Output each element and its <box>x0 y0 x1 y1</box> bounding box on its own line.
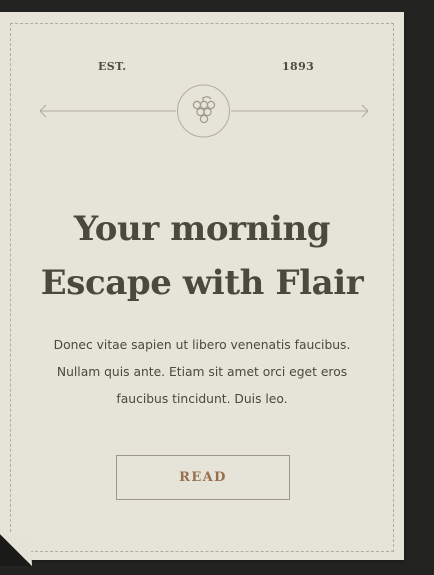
page-title: Your morning Escape with Flair <box>0 202 404 310</box>
promo-card: EST. 1893 Your morning Escape with Flair <box>0 12 404 560</box>
page-curl-icon <box>0 534 32 566</box>
description-line-2: Nullam quis ante. Etiam sit amet orci eg… <box>56 365 348 379</box>
description-line-1: Donec vitae sapien ut libero venenatis f… <box>53 338 351 352</box>
est-label: EST. <box>98 60 127 73</box>
description-line-3: faucibus tincidunt. Duis leo. <box>116 392 288 406</box>
description: Donec vitae sapien ut libero venenatis f… <box>0 332 404 413</box>
ornament-divider <box>40 84 368 138</box>
read-button-label: READ <box>179 470 227 485</box>
headline-line-2: Escape with Flair <box>40 263 364 303</box>
headline-line-1: Your morning <box>73 209 331 249</box>
grapes-icon <box>177 84 230 138</box>
year-label: 1893 <box>282 60 315 73</box>
read-button[interactable]: READ <box>116 455 290 500</box>
